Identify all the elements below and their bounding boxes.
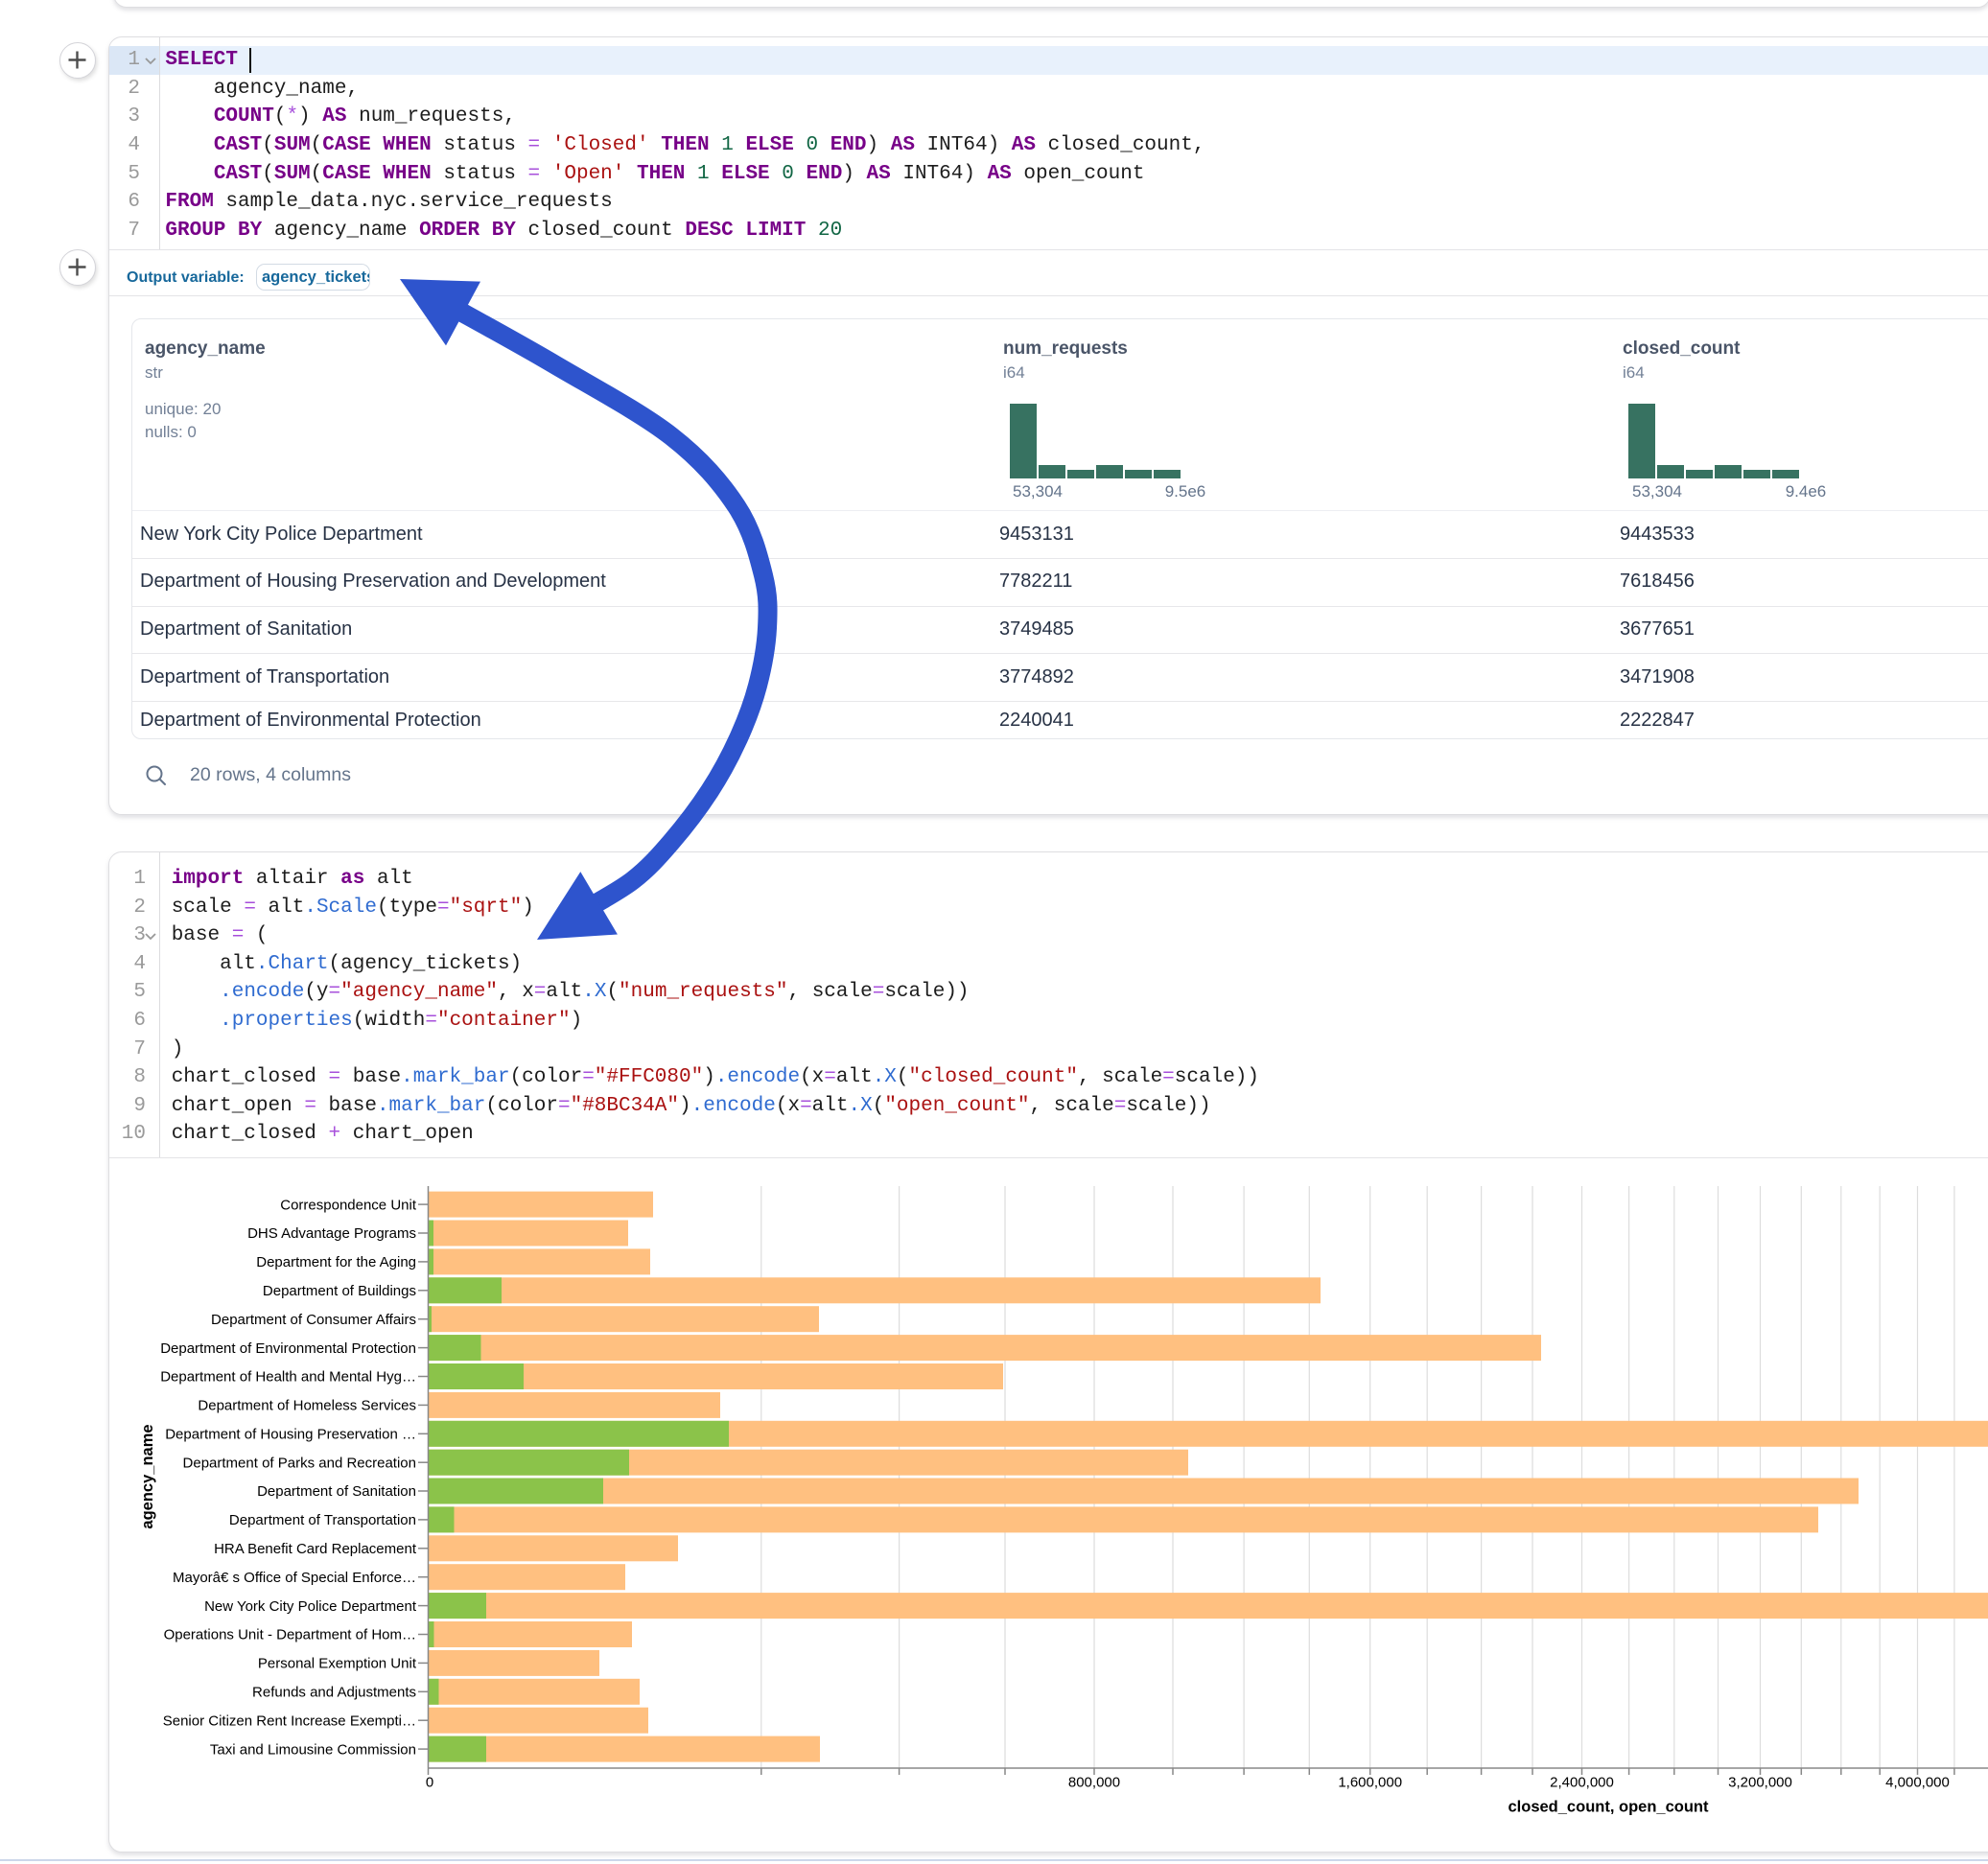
svg-text:Department for the Aging: Department for the Aging <box>256 1254 416 1270</box>
svg-text:Department of Buildings: Department of Buildings <box>263 1283 416 1299</box>
svg-text:Refunds and Adjustments: Refunds and Adjustments <box>252 1685 416 1701</box>
svg-text:Department of Environmental Pr: Department of Environmental Protection <box>160 1340 416 1357</box>
svg-text:2,400,000: 2,400,000 <box>1550 1775 1614 1791</box>
svg-text:Department of Transportation: Department of Transportation <box>229 1512 416 1528</box>
svg-text:800,000: 800,000 <box>1068 1775 1120 1791</box>
svg-text:Mayorâ€ s Office of Special En: Mayorâ€ s Office of Special Enforce… <box>173 1570 416 1586</box>
svg-text:Personal Exemption Unit: Personal Exemption Unit <box>258 1656 417 1672</box>
svg-text:closed_count, open_count: closed_count, open_count <box>1508 1799 1709 1816</box>
svg-text:Operations Unit - Department o: Operations Unit - Department of Hom… <box>164 1627 416 1643</box>
svg-text:Department of Homeless Service: Department of Homeless Services <box>198 1398 416 1414</box>
svg-text:1,600,000: 1,600,000 <box>1338 1775 1402 1791</box>
svg-text:HRA Benefit Card Replacement: HRA Benefit Card Replacement <box>214 1541 417 1557</box>
svg-text:Department of Health and Menta: Department of Health and Mental Hyg… <box>160 1369 416 1386</box>
svg-text:3,200,000: 3,200,000 <box>1728 1775 1792 1791</box>
svg-text:agency_name: agency_name <box>139 1424 156 1528</box>
svg-text:4,000,000: 4,000,000 <box>1885 1775 1950 1791</box>
svg-text:0: 0 <box>426 1775 433 1791</box>
svg-text:Department of Parks and Recrea: Department of Parks and Recreation <box>183 1455 416 1471</box>
svg-text:Department of Consumer Affairs: Department of Consumer Affairs <box>211 1312 416 1328</box>
svg-text:Senior Citizen Rent Increase E: Senior Citizen Rent Increase Exempti… <box>163 1713 416 1729</box>
svg-text:Taxi and Limousine Commission: Taxi and Limousine Commission <box>210 1741 416 1758</box>
svg-text:New York City Police Departmen: New York City Police Department <box>204 1598 417 1615</box>
svg-text:DHS Advantage Programs: DHS Advantage Programs <box>247 1225 416 1242</box>
svg-text:Department of Housing Preserva: Department of Housing Preservation … <box>165 1427 416 1443</box>
svg-text:Correspondence Unit: Correspondence Unit <box>280 1197 417 1213</box>
svg-text:Department of Sanitation: Department of Sanitation <box>257 1483 416 1500</box>
